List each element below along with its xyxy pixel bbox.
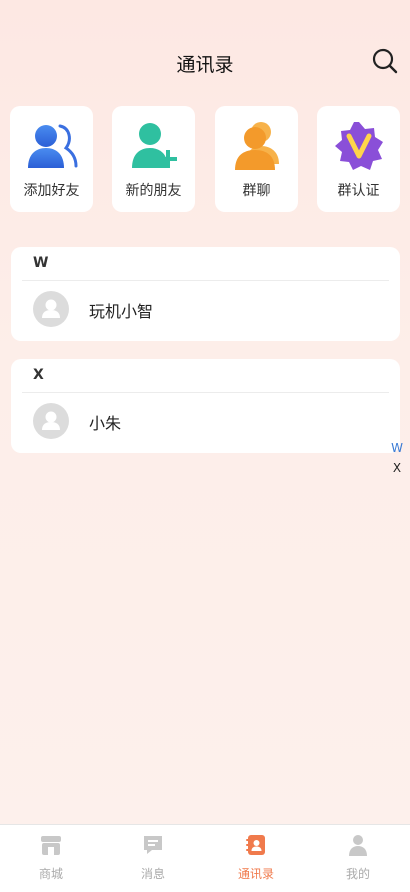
add-friend-icon [28, 124, 78, 168]
contact-name: 小朱 [89, 414, 122, 433]
search-icon [372, 48, 398, 74]
avatar [33, 403, 69, 439]
message-icon [144, 836, 162, 854]
contacts-icon [246, 835, 265, 855]
section-letter: W [33, 255, 49, 271]
tab-label: 商城 [38, 867, 63, 881]
tile-label: 群认证 [337, 183, 380, 199]
search-button[interactable] [370, 46, 400, 76]
user-icon [42, 411, 60, 430]
new-friend-icon [132, 123, 177, 168]
tab-messages[interactable]: 消息 [102, 825, 204, 892]
tile-new-friend[interactable]: 新的朋友 [112, 106, 195, 212]
group-chat-icon [235, 122, 279, 170]
user-icon [42, 299, 60, 318]
store-icon [41, 836, 61, 855]
contact-section-x: X 小朱 [11, 359, 400, 453]
tab-contacts[interactable]: 通讯录 [205, 825, 307, 892]
tile-group-chat[interactable]: 群聊 [215, 106, 298, 212]
index-letter-w[interactable]: W [390, 438, 404, 458]
contact-item[interactable]: 小朱 [11, 393, 400, 453]
contact-name: 玩机小智 [89, 302, 154, 321]
index-letter-x[interactable]: X [390, 458, 404, 478]
tile-group-verify[interactable]: 群认证 [317, 106, 400, 212]
tab-label: 消息 [140, 867, 165, 881]
tab-profile[interactable]: 我的 [307, 825, 409, 892]
tile-label: 新的朋友 [125, 183, 182, 199]
bottom-tab-bar: 商城 消息 通讯录 我的 [0, 824, 410, 892]
quick-actions: 添加好友 新的朋友 群聊 群认证 [10, 106, 402, 212]
section-letter: X [33, 367, 44, 383]
tile-label: 添加好友 [23, 183, 80, 199]
profile-icon [349, 835, 367, 856]
group-verify-icon [335, 122, 383, 170]
contact-item[interactable]: 玩机小智 [11, 281, 400, 341]
contact-section-w: W 玩机小智 [11, 247, 400, 341]
tile-label: 群聊 [242, 183, 271, 199]
avatar [33, 291, 69, 327]
tab-store[interactable]: 商城 [0, 825, 102, 892]
tab-label: 我的 [345, 867, 370, 881]
alphabet-index: W X [390, 438, 404, 478]
tab-label: 通讯录 [237, 867, 274, 881]
tile-add-friend[interactable]: 添加好友 [10, 106, 93, 212]
page-title: 通讯录 [176, 54, 234, 76]
